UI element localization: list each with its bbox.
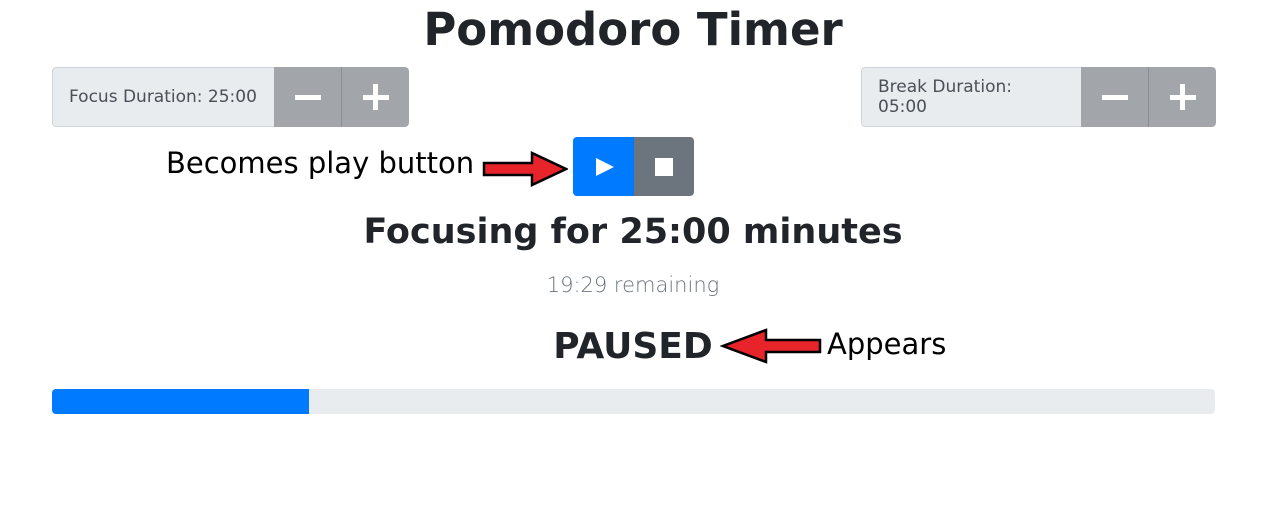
arrow-left-icon: [720, 328, 822, 364]
focus-increment-button[interactable]: [341, 67, 409, 127]
annotation-play-note: Becomes play button: [166, 146, 475, 180]
progress-bar-track: [52, 389, 1215, 414]
arrow-right-icon: [482, 151, 568, 187]
break-decrement-button[interactable]: [1081, 67, 1148, 127]
focus-decrement-button[interactable]: [274, 67, 341, 127]
plus-icon: [1169, 84, 1196, 110]
break-increment-button[interactable]: [1148, 67, 1216, 127]
minus-icon: [1101, 94, 1128, 100]
timer-controls: [573, 137, 694, 196]
progress-bar-fill: [52, 389, 310, 414]
play-icon: [596, 157, 614, 176]
minus-icon: [294, 94, 321, 100]
break-duration-label: Break Duration: 05:00: [861, 67, 1081, 127]
play-button[interactable]: [573, 137, 634, 196]
plus-icon: [362, 84, 389, 110]
stop-icon: [655, 157, 673, 176]
stop-button[interactable]: [634, 137, 694, 196]
remaining-time: 19:29 remaining: [546, 273, 720, 297]
focusing-status: Focusing for 25:00 minutes: [363, 212, 903, 252]
paused-status: PAUSED: [553, 326, 713, 367]
focus-duration-label: Focus Duration: 25:00: [52, 67, 274, 127]
break-duration-group: Break Duration: 05:00: [861, 67, 1216, 127]
annotation-paused-note: Appears: [827, 327, 947, 361]
page-title: Pomodoro Timer: [423, 3, 843, 56]
focus-duration-group: Focus Duration: 25:00: [52, 67, 409, 127]
